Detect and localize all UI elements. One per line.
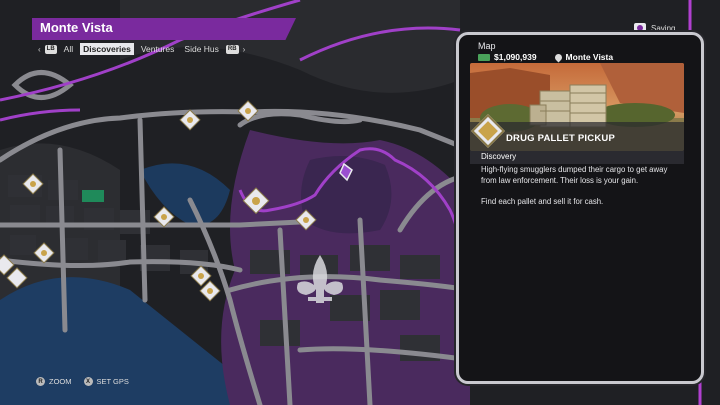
poi-description-paragraph: Find each pallet and sell it for cash. <box>481 197 604 206</box>
zoom-hint[interactable]: R ZOOM <box>36 377 72 386</box>
marker-glyph-icon <box>161 214 167 220</box>
marker-glyph-icon <box>252 197 260 205</box>
x-button-icon: X <box>83 377 93 386</box>
phone-title: Map <box>478 41 496 51</box>
poi-category: Discovery <box>481 152 517 161</box>
marker-glyph-icon <box>30 181 36 187</box>
zoom-label: ZOOM <box>49 377 72 386</box>
tab-all[interactable]: All <box>61 43 76 55</box>
marker-glyph-icon <box>303 217 309 223</box>
location-pin-icon <box>553 52 563 62</box>
tab-discoveries[interactable]: Discoveries <box>80 43 134 55</box>
poi-category-bar: Discovery <box>470 151 684 164</box>
rb-button-icon[interactable]: RB <box>225 44 239 54</box>
park-area <box>82 190 104 202</box>
set-gps-label: SET GPS <box>96 377 129 386</box>
marker-glyph-icon <box>207 288 213 294</box>
control-hints: R ZOOM X SET GPS <box>36 377 129 386</box>
r-stick-button-icon: R <box>36 377 45 386</box>
cash-icon <box>478 53 490 61</box>
lb-button-icon[interactable]: LB <box>44 44 57 54</box>
poi-description: High-flying smugglers dumped their cargo… <box>481 165 677 219</box>
region-title: Monte Vista <box>40 20 113 35</box>
set-gps-hint[interactable]: X SET GPS <box>83 377 129 386</box>
poi-description-paragraph: High-flying smugglers dumped their cargo… <box>481 165 668 185</box>
marker-glyph-icon <box>198 273 204 279</box>
money-amount: $1,090,939 <box>494 52 537 62</box>
poi-title: DRUG PALLET PICKUP <box>506 133 615 144</box>
money-location-row: $1,090,939 Monte Vista <box>478 52 613 62</box>
filter-tab-bar: ‹ LB All Discoveries Ventures Side Hus R… <box>38 42 245 56</box>
marker-glyph-icon <box>245 108 251 114</box>
marker-glyph-icon <box>41 250 47 256</box>
marker-glyph-icon <box>187 117 193 123</box>
location-name: Monte Vista <box>565 52 614 62</box>
chevron-left-icon: ‹ <box>38 44 41 54</box>
chevron-right-icon: › <box>242 44 246 54</box>
tab-side-hustles[interactable]: Side Hus <box>181 43 222 55</box>
tab-ventures[interactable]: Ventures <box>138 43 178 55</box>
